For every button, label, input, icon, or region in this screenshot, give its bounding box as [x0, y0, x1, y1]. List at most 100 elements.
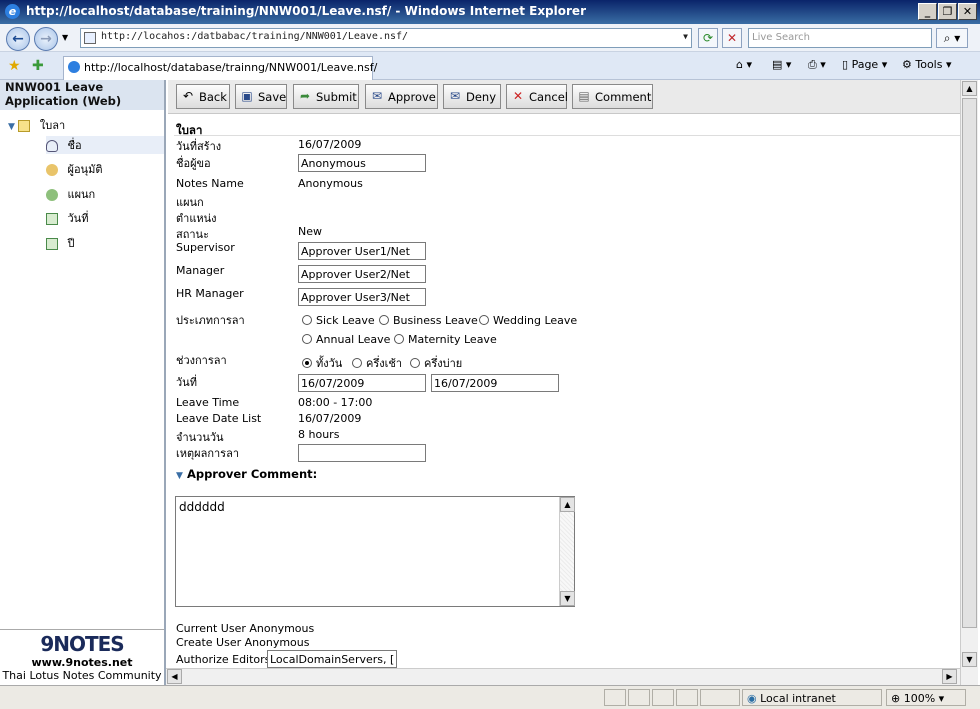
authorize-field[interactable]: LocalDomainServers, [ [267, 650, 397, 668]
home-icon[interactable]: ⌂ ▾ [736, 58, 752, 71]
nav-item-year[interactable]: ปี [46, 234, 74, 252]
approver-icon [46, 164, 58, 176]
close-window-button[interactable]: ✕ [958, 3, 977, 20]
hr-manager-field[interactable]: Approver User3/Net [298, 288, 426, 306]
radio-wedding-leave[interactable]: Wedding Leave [479, 314, 577, 327]
nav-item-approver[interactable]: ผู้อนุมัติ [46, 160, 102, 178]
scroll-down-icon[interactable]: ▼ [962, 652, 977, 667]
horizontal-scrollbar[interactable]: ◀ ▶ [166, 668, 960, 685]
leave-form: ใบลา วันที่สร้าง 16/07/2009 ชื่อผู้ขอ An… [168, 114, 960, 685]
refresh-icon[interactable]: ⟳ [698, 28, 718, 48]
add-favorites-icon[interactable]: ✚ [32, 58, 44, 74]
radio-label: Maternity Leave [408, 333, 497, 346]
cancel-icon: ✕ [512, 89, 524, 103]
radio-circle [302, 358, 312, 368]
app-title: NNW001 Leave Application (Web) [0, 80, 164, 110]
browser-tab[interactable]: http://localhost/database/trainng/NNW001… [63, 56, 377, 80]
folder-icon [18, 120, 31, 132]
forward-nav-button[interactable]: → [34, 27, 58, 51]
stop-icon[interactable]: ✕ [722, 28, 742, 48]
comment-textarea[interactable]: dddddd ▲ ▼ [175, 496, 575, 607]
vertical-scrollbar[interactable]: ▲ ▼ [960, 80, 978, 685]
feeds-icon[interactable]: ▤ ▾ [772, 58, 791, 71]
search-input[interactable]: Live Search [748, 28, 932, 48]
notes-name-value: Anonymous [298, 177, 363, 190]
maximize-button[interactable]: ❐ [938, 3, 957, 20]
radio-annual-leave[interactable]: Annual Leave [302, 333, 390, 346]
leave-type-label: ประเภทการลา [176, 314, 245, 327]
scroll-thumb[interactable] [962, 98, 977, 628]
favorites-star-icon[interactable]: ★ [8, 58, 21, 74]
date-to-field[interactable]: 16/07/2009 [431, 374, 559, 392]
radio-circle [302, 334, 312, 344]
approver-comment-label: Approver Comment: [186, 467, 318, 481]
tab-title: http://localhost/database/trainng/NNW001… [84, 61, 378, 74]
expand-triangle-icon[interactable]: ▼ [8, 122, 15, 132]
requester-field[interactable]: Anonymous [298, 154, 426, 172]
section-divider [174, 135, 960, 136]
supervisor-field[interactable]: Approver User1/Net [298, 242, 426, 260]
scroll-right-icon[interactable]: ▶ [942, 669, 957, 684]
history-dropdown-icon[interactable]: ▼ [62, 33, 68, 42]
page-menu[interactable]: ▯ Page ▾ [842, 58, 887, 71]
save-button[interactable]: ▣ Save [235, 84, 287, 109]
cancel-button[interactable]: ✕ Cancel [506, 84, 568, 109]
status-segment [676, 689, 698, 706]
approve-button[interactable]: ✉ Approve [365, 84, 438, 109]
radio-label: Business Leave [393, 314, 478, 327]
approve-icon: ✉ [371, 89, 383, 103]
nav-item-date[interactable]: วันที่ [46, 209, 88, 227]
reason-label: เหตุผลการลา [176, 447, 240, 460]
submit-button[interactable]: ➦ Submit [293, 84, 359, 109]
print-icon[interactable]: ⎙ ▾ [808, 58, 826, 72]
scroll-up-icon[interactable]: ▲ [962, 81, 977, 96]
reason-field[interactable] [298, 444, 426, 462]
hr-manager-label: HR Manager [176, 287, 244, 300]
status-segment [628, 689, 650, 706]
search-icon[interactable]: ⌕ ▾ [936, 28, 968, 48]
tools-menu[interactable]: ⚙ Tools ▾ [902, 58, 952, 71]
scroll-up-icon[interactable]: ▲ [560, 497, 575, 512]
approve-label: Approve [388, 90, 436, 104]
radio-full-day[interactable]: ทั้งวัน [302, 354, 342, 372]
radio-business-leave[interactable]: Business Leave [379, 314, 478, 327]
radio-circle [479, 315, 489, 325]
collapse-triangle-icon[interactable]: ▼ [176, 471, 183, 481]
deny-button[interactable]: ✉ Deny [443, 84, 501, 109]
supervisor-label: Supervisor [176, 241, 235, 254]
save-icon: ▣ [241, 89, 253, 103]
created-value: 16/07/2009 [298, 138, 362, 151]
radio-maternity-leave[interactable]: Maternity Leave [394, 333, 497, 346]
address-input[interactable]: http://locahos:/datbabac/training/NNW001… [80, 28, 692, 48]
calendar-icon [46, 238, 58, 250]
zoom-control[interactable]: ⊕ 100% ▾ [886, 689, 966, 706]
radio-half-morning[interactable]: ครึ่งเช้า [352, 354, 402, 372]
textarea-scrollbar[interactable]: ▲ ▼ [559, 497, 575, 606]
security-zone[interactable]: ◉ Local intranet [742, 689, 882, 706]
status-value: New [298, 225, 322, 238]
date-from-field[interactable]: 16/07/2009 [298, 374, 426, 392]
manager-field[interactable]: Approver User2/Net [298, 265, 426, 283]
scroll-down-icon[interactable]: ▼ [560, 591, 575, 606]
nav-root-folder[interactable]: ▼ ใบลา [8, 116, 65, 134]
minimize-button[interactable]: _ [918, 3, 937, 20]
back-nav-button[interactable]: ← [6, 27, 30, 51]
address-bar-row: ← → ▼ http://locahos:/datbabac/training/… [0, 24, 980, 52]
radio-circle [302, 315, 312, 325]
status-segment [604, 689, 626, 706]
back-button[interactable]: ↶ Back [176, 84, 230, 109]
address-dropdown-icon[interactable]: ▼ [683, 32, 688, 41]
nav-item-name[interactable]: ชื่อ [46, 136, 164, 154]
authorize-label: Authorize Editors [176, 653, 271, 666]
requester-label: ชื่อผู้ขอ [176, 157, 211, 170]
scroll-left-icon[interactable]: ◀ [167, 669, 182, 684]
period-label: ช่วงการลา [176, 354, 227, 367]
current-user: Current User Anonymous [176, 622, 315, 635]
radio-sick-leave[interactable]: Sick Leave [302, 314, 375, 327]
approver-comment-header[interactable]: ▼ Approver Comment: [176, 467, 317, 481]
tab-row: ★ ✚ http://localhost/database/trainng/NN… [0, 52, 980, 80]
nav-item-department[interactable]: แผนก [46, 185, 95, 203]
comment-text: dddddd [179, 500, 225, 514]
radio-half-afternoon[interactable]: ครึ่งบ่าย [410, 354, 462, 372]
comment-button[interactable]: ▤ Comment [572, 84, 653, 109]
